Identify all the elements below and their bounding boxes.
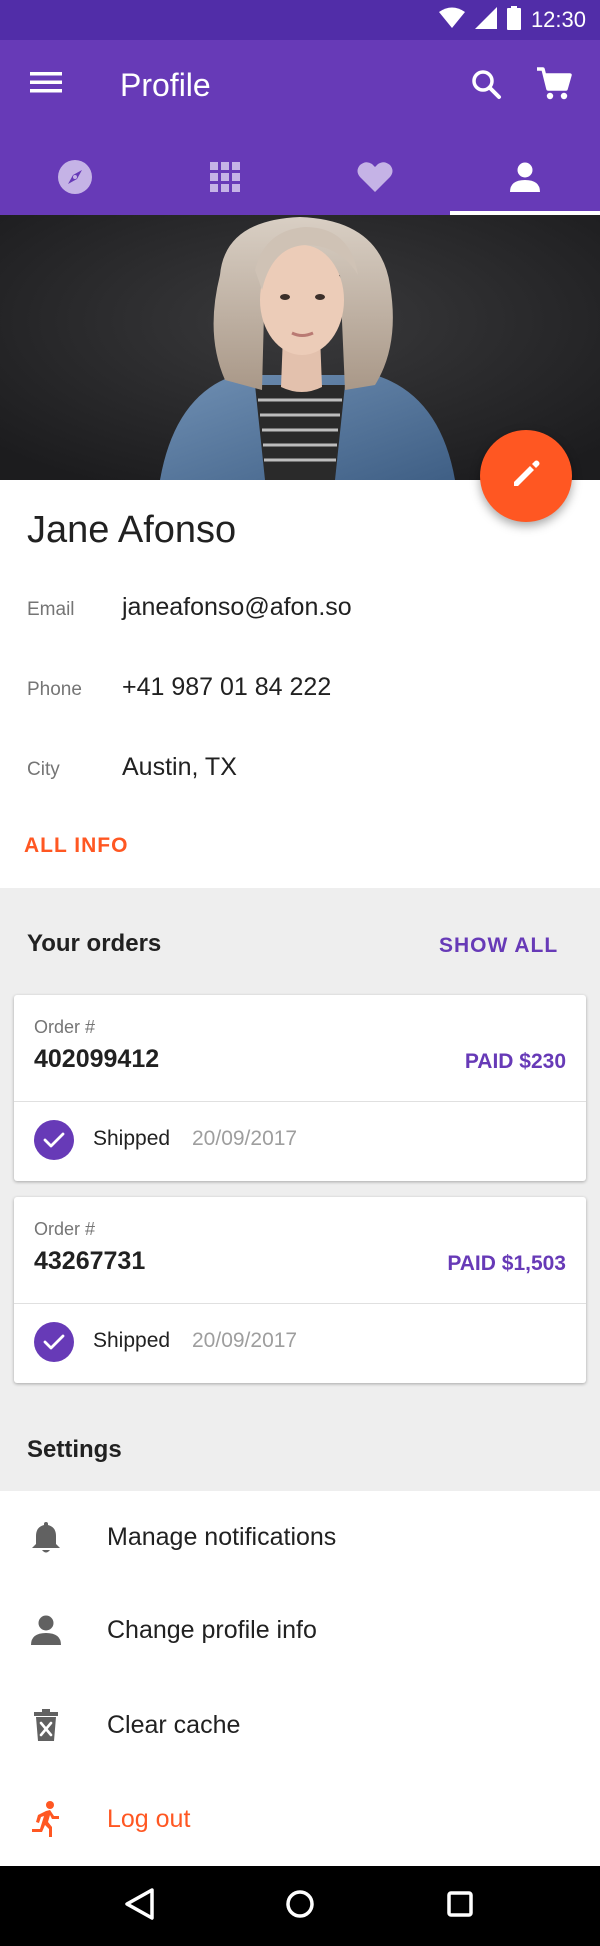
bell-icon: [28, 1517, 64, 1557]
order-number-label: Order #: [34, 1017, 96, 1037]
order-number: 43267731: [34, 1247, 146, 1275]
city-value: Austin, TX: [122, 753, 237, 781]
tab-bar: [0, 144, 600, 215]
order-status: Shipped: [93, 1127, 171, 1150]
person-icon: [510, 162, 540, 197]
check-circle-icon: [34, 1120, 74, 1160]
shopping-cart-icon: [536, 66, 572, 106]
phone-row: Phone +41 987 01 84 222: [0, 669, 600, 709]
tab-explore[interactable]: [0, 144, 150, 215]
order-number: 402099412: [34, 1045, 160, 1073]
orders-title: Your orders: [27, 930, 162, 957]
order-divider: [14, 1303, 586, 1304]
email-row: Email janeafonso@afon.so: [0, 589, 600, 629]
setting-item-label: Clear cache: [107, 1711, 241, 1739]
setting-item-clear-cache[interactable]: Clear cache: [0, 1685, 600, 1765]
all-info-button[interactable]: ALL INFO: [24, 834, 128, 858]
email-value: janeafonso@afon.so: [122, 593, 352, 621]
orders-section: [0, 888, 600, 1491]
order-number-label: Order #: [34, 1219, 96, 1239]
order-date: 20/09/2017: [192, 1127, 298, 1150]
recents-button[interactable]: [430, 1876, 490, 1936]
pencil-icon: [510, 458, 542, 495]
home-circle-icon: [285, 1889, 315, 1924]
system-nav-bar: [0, 1866, 600, 1946]
order-paid-amount: PAID $230: [464, 1050, 566, 1073]
setting-item-notifications[interactable]: Manage notifications: [0, 1497, 600, 1577]
tab-apps[interactable]: [150, 144, 300, 215]
grid-icon: [210, 162, 240, 197]
setting-item-label: Manage notifications: [107, 1523, 337, 1551]
setting-item-log-out[interactable]: Log out: [0, 1779, 600, 1859]
show-all-orders-button[interactable]: SHOW ALL: [439, 934, 558, 958]
cart-button[interactable]: [534, 66, 574, 106]
status-time: 12:30: [530, 7, 586, 32]
email-label: Email: [27, 599, 75, 620]
phone-value: +41 987 01 84 222: [122, 673, 332, 701]
phone-label: Phone: [27, 679, 82, 700]
heart-icon: [357, 161, 393, 198]
tab-profile[interactable]: [450, 144, 600, 215]
order-card[interactable]: Order # 402099412 PAID $230 Shipped 20/0…: [14, 995, 586, 1181]
profile-name: Jane Afonso: [27, 509, 237, 551]
page-title: Profile: [120, 67, 211, 103]
recents-square-icon: [446, 1890, 474, 1923]
back-triangle-icon: [124, 1887, 156, 1926]
running-person-icon: [28, 1799, 64, 1839]
settings-title: Settings: [27, 1436, 122, 1463]
setting-item-label: Log out: [107, 1805, 191, 1833]
order-card[interactable]: Order # 43267731 PAID $1,503 Shipped 20/…: [14, 1197, 586, 1383]
city-row: City Austin, TX: [0, 749, 600, 789]
order-divider: [14, 1101, 586, 1102]
city-label: City: [27, 759, 60, 780]
setting-item-label: Change profile info: [107, 1616, 317, 1644]
wifi-icon: [438, 7, 465, 34]
cellular-signal-icon: [474, 6, 497, 34]
status-bar: 12:30: [0, 0, 600, 40]
tab-favorites[interactable]: [300, 144, 450, 215]
trash-icon: [28, 1705, 64, 1745]
search-icon: [470, 68, 502, 105]
order-paid-amount: PAID $1,503: [447, 1252, 566, 1275]
check-circle-icon: [34, 1322, 74, 1362]
search-button[interactable]: [466, 66, 506, 106]
battery-icon: [506, 5, 521, 35]
order-status: Shipped: [93, 1329, 171, 1352]
menu-button[interactable]: [26, 68, 66, 100]
status-icons: 12:30: [438, 5, 586, 35]
compass-icon: [57, 159, 93, 200]
back-button[interactable]: [110, 1876, 170, 1936]
edit-fab-button[interactable]: [480, 430, 572, 522]
home-button[interactable]: [270, 1876, 330, 1936]
app-bar: Profile: [0, 40, 600, 215]
hamburger-menu-icon: [30, 70, 62, 99]
order-date: 20/09/2017: [192, 1329, 298, 1352]
person-icon: [28, 1610, 64, 1650]
setting-item-change-profile[interactable]: Change profile info: [0, 1590, 600, 1670]
